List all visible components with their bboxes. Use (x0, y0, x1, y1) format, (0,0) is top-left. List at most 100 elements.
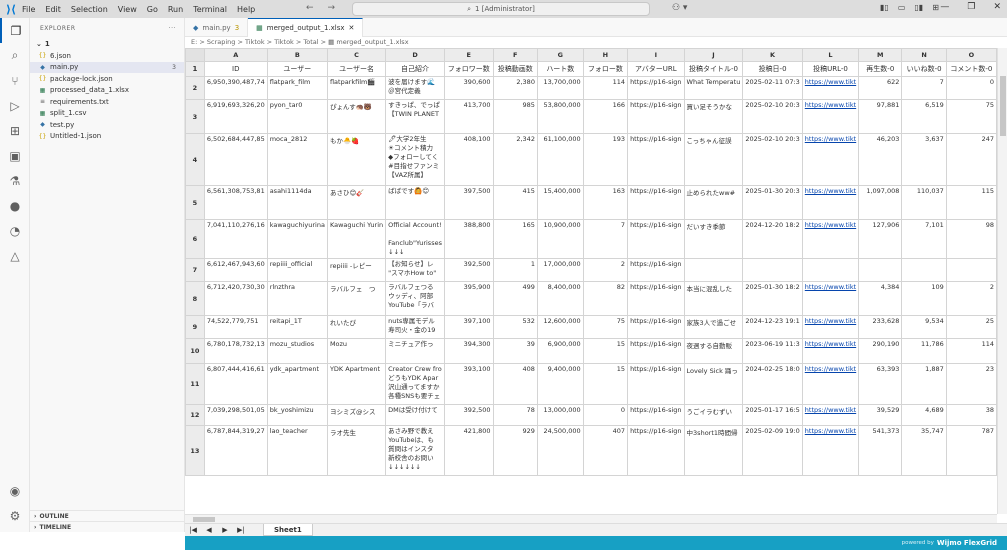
copilot-icon[interactable]: ⚇ ▾ (672, 3, 687, 13)
column-header[interactable]: H (582, 48, 629, 62)
column-header[interactable]: N (901, 48, 947, 62)
customize-layout-icon[interactable]: ⊞ (932, 3, 939, 12)
grid-cell[interactable]: https://p16-sign (627, 219, 685, 259)
grid-cell[interactable]: repiiii_official (266, 258, 328, 282)
header-cell[interactable]: ハート数 (536, 61, 584, 77)
grid-cell[interactable]: 390,600 (443, 76, 494, 100)
grid-cell[interactable]: 1,887 (901, 363, 947, 405)
grid-cell[interactable] (945, 258, 997, 282)
column-header[interactable]: A (203, 48, 268, 62)
grid-cell[interactable]: 夜週する自動販 (683, 338, 744, 364)
grid-cell[interactable]: 6,900,000 (536, 338, 584, 364)
grid-cell[interactable]: https://p16-sign (627, 281, 685, 316)
grid-cell[interactable]: 25 (945, 315, 997, 339)
file-item[interactable]: {} 6.json (30, 50, 184, 62)
grid-cell[interactable]: 2 (945, 281, 997, 316)
grid-cell[interactable]: 193 (582, 133, 629, 186)
grid-cell[interactable]: 38 (945, 404, 997, 426)
grid-cell[interactable]: 115 (945, 185, 997, 220)
grid-cell[interactable]: 2025-02-10 20:3 (742, 133, 803, 186)
file-item[interactable]: ◆ test.py (30, 119, 184, 131)
grid-cell[interactable]: 395,900 (443, 281, 494, 316)
grid-cell[interactable]: 1 (492, 258, 538, 282)
gear-icon[interactable]: ⚙ (0, 503, 30, 528)
grid-cell[interactable]: 17,000,000 (536, 258, 584, 282)
row-header[interactable]: 6 (185, 219, 205, 259)
grid-cell[interactable]: 97,881 (858, 99, 903, 134)
grid-cell[interactable]: 本当に混乱した (683, 281, 744, 316)
source-control-icon[interactable]: ⑂ (0, 68, 30, 93)
github-icon[interactable]: ● (0, 193, 30, 218)
account-icon[interactable]: ◉ (0, 478, 30, 503)
remote-explorer-icon[interactable]: ▣ (0, 143, 30, 168)
grid-cell[interactable]: 6,612,467,943,60 (203, 258, 268, 282)
last-sheet-button[interactable]: ▶| (233, 526, 249, 534)
header-cell[interactable]: ユーザー (266, 61, 328, 77)
header-cell[interactable]: いいね数-0 (901, 61, 947, 77)
grid-cell[interactable]: 0 (582, 404, 629, 426)
grid-cell[interactable]: 2025-02-10 20:3 (742, 99, 803, 134)
grid-cell[interactable]: 7,039,298,501,05 (203, 404, 268, 426)
close-icon[interactable]: ✕ (349, 24, 355, 32)
grid-cell[interactable]: 532 (492, 315, 538, 339)
file-item[interactable]: ▦ processed_data_1.xlsx (30, 85, 184, 97)
grid-cell[interactable]: ラバルフェ つ (326, 281, 387, 316)
grid-cell[interactable]: 6,712,420,730,30 (203, 281, 268, 316)
grid-cell[interactable]: 2025-02-09 19:0 (742, 425, 803, 476)
grid-cell[interactable]: https://www.tikt (801, 185, 860, 220)
grid-cell[interactable]: 0 (945, 76, 997, 100)
grid-cell[interactable]: 397,500 (443, 185, 494, 220)
grid-cell[interactable]: https://www.tikt (801, 315, 860, 339)
grid-cell[interactable]: https://p16-sign (627, 363, 685, 405)
menu-item-terminal[interactable]: Terminal (193, 5, 227, 14)
grid-cell[interactable]: 622 (858, 76, 903, 100)
grid-cell[interactable]: 408 (492, 363, 538, 405)
menu-item-selection[interactable]: Selection (71, 5, 108, 14)
grid-cell[interactable]: Official Account! Fanclub"Yurisses ↓↓↓ (385, 219, 445, 259)
header-cell[interactable]: ID (203, 61, 268, 77)
grid-cell[interactable]: kawaguchiyurina (266, 219, 328, 259)
grid-cell[interactable]: 127,906 (858, 219, 903, 259)
deploy-icon[interactable]: △ (0, 243, 30, 268)
grid-cell[interactable]: 6,502,684,447,85 (203, 133, 268, 186)
grid-cell[interactable]: 23 (945, 363, 997, 405)
grid-cell[interactable]: https://p16-sign (627, 76, 685, 100)
grid-cell[interactable]: 98 (945, 219, 997, 259)
row-header[interactable]: 9 (185, 315, 205, 339)
header-cell[interactable]: フォロワー数 (443, 61, 494, 77)
row-header[interactable]: 12 (185, 404, 205, 426)
grid-cell[interactable]: 2024-02-25 18:0 (742, 363, 803, 405)
grid-cell[interactable]: 929 (492, 425, 538, 476)
grid-cell[interactable]: 75 (582, 315, 629, 339)
maximize-button[interactable]: ❐ (967, 2, 975, 12)
grid-cell[interactable]: 46,203 (858, 133, 903, 186)
column-header[interactable]: L (801, 48, 860, 62)
grid-cell[interactable]: 15 (582, 363, 629, 405)
menu-item-file[interactable]: File (22, 5, 35, 14)
grid-cell[interactable]: 7 (901, 76, 947, 100)
grid-cell[interactable]: 397,100 (443, 315, 494, 339)
grid-cell[interactable]: 4,384 (858, 281, 903, 316)
grid-cell[interactable]: 61,100,000 (536, 133, 584, 186)
row-header[interactable]: 11 (185, 363, 205, 405)
file-item[interactable]: {} Untitled-1.json (30, 131, 184, 143)
row-header[interactable]: 8 (185, 281, 205, 316)
grid-cell[interactable]: Lovely Sick 踊っ (683, 363, 744, 405)
grid-cell[interactable]: 7,041,110,276,16 (203, 219, 268, 259)
scroll-thumb[interactable] (193, 517, 215, 522)
extensions-icon[interactable]: ⊞ (0, 118, 30, 143)
grid-cell[interactable]: 8,400,000 (536, 281, 584, 316)
grid-cell[interactable]: 6,807,444,416,61 (203, 363, 268, 405)
grid-cell[interactable]: 247 (945, 133, 997, 186)
grid-cell[interactable]: 163 (582, 185, 629, 220)
header-cell[interactable]: コメント数-0 (945, 61, 997, 77)
grid-cell[interactable]: ミニチュア作っ (385, 338, 445, 364)
grid-cell[interactable]: あさひ😊🎸 (326, 185, 387, 220)
column-header[interactable]: D (385, 48, 445, 62)
header-cell[interactable]: 投稿動画数 (492, 61, 538, 77)
grid-cell[interactable]: https://www.tikt (801, 219, 860, 259)
grid-cell[interactable]: 2025-01-17 16:5 (742, 404, 803, 426)
toggle-panel-icon[interactable]: ▭ (898, 3, 906, 12)
row-header[interactable]: 4 (185, 133, 205, 186)
grid-cell[interactable]: https://p16-sign (627, 315, 685, 339)
